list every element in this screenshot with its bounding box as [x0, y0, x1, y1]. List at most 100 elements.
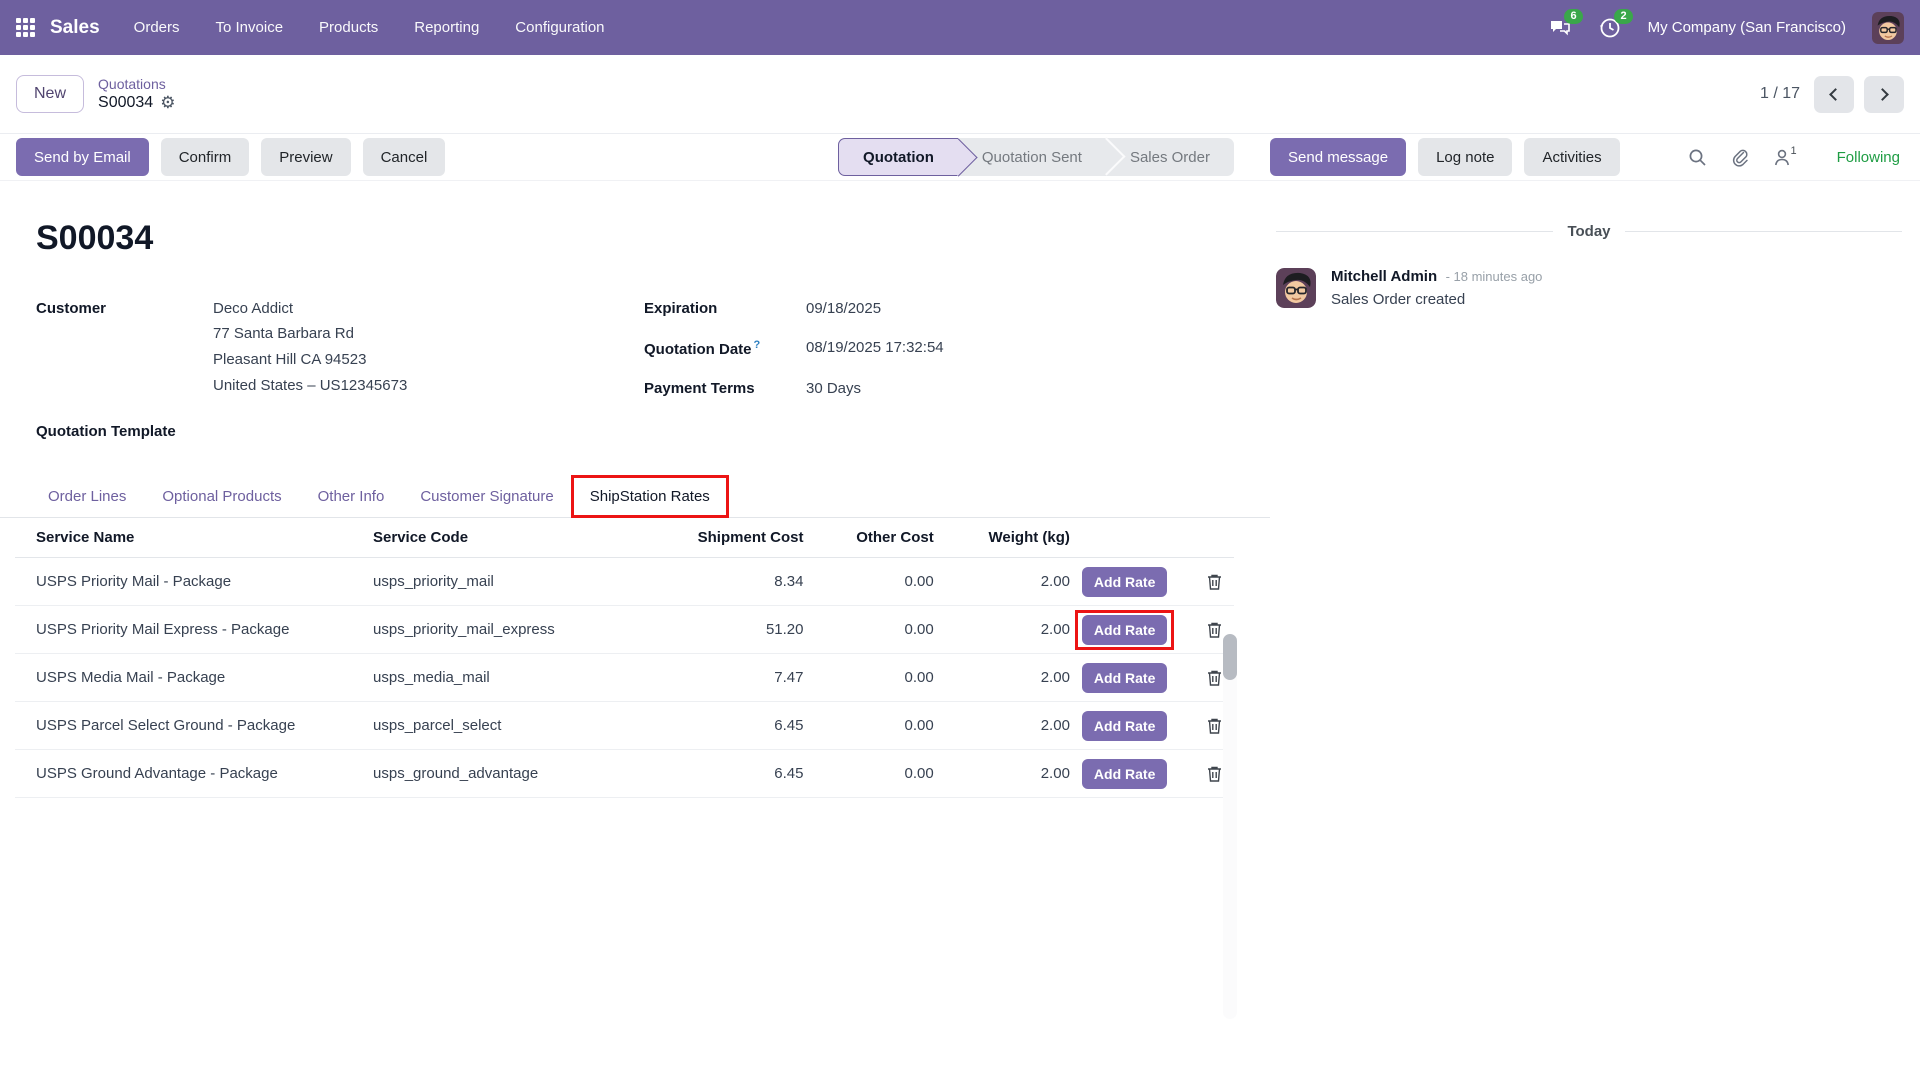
- pager-count: 1 / 17: [1760, 85, 1800, 103]
- table-row[interactable]: USPS Parcel Select Ground - Package usps…: [15, 702, 1234, 750]
- record-pager: 1 / 17: [1760, 76, 1904, 113]
- payment-terms-field[interactable]: 30 Days: [806, 380, 861, 397]
- scrollbar-thumb[interactable]: [1223, 634, 1237, 680]
- trash-icon: [1207, 621, 1222, 638]
- activities-badge: 2: [1614, 9, 1632, 24]
- status-step-quotation[interactable]: Quotation: [838, 138, 958, 176]
- add-rate-button[interactable]: Add Rate: [1082, 711, 1167, 741]
- breadcrumb-quotations-link[interactable]: Quotations: [98, 76, 175, 92]
- vertical-scrollbar[interactable]: [1223, 634, 1237, 1019]
- date-divider-label: Today: [1567, 223, 1610, 240]
- chatter-message: Mitchell Admin - 18 minutes ago Sales Or…: [1276, 268, 1902, 308]
- add-rate-button[interactable]: Add Rate: [1082, 663, 1167, 693]
- delete-row-button[interactable]: [1207, 717, 1222, 734]
- preview-button[interactable]: Preview: [261, 138, 350, 176]
- activities-icon[interactable]: 2: [1598, 16, 1622, 40]
- help-icon[interactable]: ?: [754, 339, 761, 351]
- expiration-field[interactable]: 09/18/2025: [806, 300, 881, 317]
- chevron-right-icon: [1876, 88, 1889, 101]
- quotation-date-field[interactable]: 08/19/2025 17:32:54: [806, 339, 944, 358]
- customer-address-line1: 77 Santa Barbara Rd: [213, 324, 407, 343]
- table-row[interactable]: USPS Media Mail - Package usps_media_mai…: [15, 654, 1234, 702]
- log-note-button[interactable]: Log note: [1418, 138, 1512, 176]
- breadcrumb-current: S00034: [98, 94, 153, 112]
- customer-name-field[interactable]: Deco Addict: [213, 300, 407, 317]
- table-row[interactable]: USPS Priority Mail - Package usps_priori…: [15, 558, 1234, 606]
- search-messages-button[interactable]: [1688, 148, 1707, 167]
- new-button[interactable]: New: [16, 75, 84, 113]
- table-row[interactable]: USPS Priority Mail Express - Package usp…: [15, 606, 1234, 654]
- menu-products[interactable]: Products: [319, 19, 378, 36]
- tab-other-info[interactable]: Other Info: [300, 476, 403, 517]
- date-divider: Today: [1276, 223, 1902, 240]
- message-timestamp: - 18 minutes ago: [1446, 269, 1543, 284]
- notebook-tabs: Order Lines Optional Products Other Info…: [0, 476, 1270, 518]
- quotation-template-label: Quotation Template: [36, 423, 1270, 440]
- app-name[interactable]: Sales: [50, 17, 100, 39]
- col-service-code[interactable]: Service Code: [373, 529, 681, 546]
- avatar-image: [1872, 12, 1904, 44]
- pager-previous-button[interactable]: [1814, 76, 1854, 113]
- chatter-panel: Today Mitchell Admin - 18 minutes ago: [1270, 181, 1920, 1079]
- message-avatar[interactable]: [1276, 268, 1316, 308]
- followers-button[interactable]: 1: [1773, 148, 1797, 167]
- record-title[interactable]: S00034: [36, 219, 1270, 258]
- gear-icon[interactable]: ⚙: [160, 93, 175, 113]
- menu-to-invoice[interactable]: To Invoice: [216, 19, 284, 36]
- tab-customer-signature[interactable]: Customer Signature: [402, 476, 571, 517]
- status-step-quotation-sent[interactable]: Quotation Sent: [958, 138, 1106, 176]
- top-navbar: Sales Orders To Invoice Products Reporti…: [0, 0, 1920, 55]
- messages-badge: 6: [1564, 9, 1582, 24]
- pager-next-button[interactable]: [1864, 76, 1904, 113]
- trash-icon: [1207, 669, 1222, 686]
- person-icon: [1773, 148, 1791, 167]
- shipstation-rates-table: Service Name Service Code Shipment Cost …: [15, 518, 1234, 798]
- avatar-image: [1276, 268, 1316, 308]
- delete-row-button[interactable]: [1207, 669, 1222, 686]
- chatter-toolbar: Send message Log note Activities 1: [1270, 138, 1920, 176]
- trash-icon: [1207, 717, 1222, 734]
- main-menu: Orders To Invoice Products Reporting Con…: [134, 19, 605, 36]
- table-row[interactable]: USPS Ground Advantage - Package usps_gro…: [15, 750, 1234, 798]
- highlight-red-box: Add Rate: [1075, 610, 1174, 650]
- customer-address-line2: Pleasant Hill CA 94523: [213, 350, 407, 369]
- confirm-button[interactable]: Confirm: [161, 138, 250, 176]
- tab-optional-products[interactable]: Optional Products: [144, 476, 299, 517]
- menu-configuration[interactable]: Configuration: [515, 19, 604, 36]
- user-avatar[interactable]: [1872, 12, 1904, 44]
- send-message-button[interactable]: Send message: [1270, 138, 1406, 176]
- activities-button[interactable]: Activities: [1524, 138, 1619, 176]
- apps-grid-icon[interactable]: [16, 18, 36, 38]
- send-by-email-button[interactable]: Send by Email: [16, 138, 149, 176]
- tab-order-lines[interactable]: Order Lines: [30, 476, 144, 517]
- col-service-name[interactable]: Service Name: [15, 529, 373, 546]
- delete-row-button[interactable]: [1207, 621, 1222, 638]
- table-header: Service Name Service Code Shipment Cost …: [15, 518, 1234, 558]
- company-switcher[interactable]: My Company (San Francisco): [1648, 19, 1846, 36]
- status-bar: Quotation Quotation Sent Sales Order: [838, 138, 1234, 176]
- add-rate-button-highlighted[interactable]: Add Rate: [1082, 615, 1167, 645]
- menu-orders[interactable]: Orders: [134, 19, 180, 36]
- add-rate-button[interactable]: Add Rate: [1082, 759, 1167, 789]
- search-icon: [1688, 148, 1707, 167]
- action-bar: Send by Email Confirm Preview Cancel Quo…: [0, 133, 1920, 181]
- menu-reporting[interactable]: Reporting: [414, 19, 479, 36]
- add-rate-button[interactable]: Add Rate: [1082, 567, 1167, 597]
- delete-row-button[interactable]: [1207, 765, 1222, 782]
- cancel-button[interactable]: Cancel: [363, 138, 446, 176]
- expiration-label: Expiration: [644, 300, 806, 317]
- delete-row-button[interactable]: [1207, 573, 1222, 590]
- col-other-cost[interactable]: Other Cost: [803, 529, 933, 546]
- chevron-left-icon: [1829, 88, 1842, 101]
- message-body: Sales Order created: [1331, 291, 1542, 308]
- col-shipment-cost[interactable]: Shipment Cost: [681, 529, 803, 546]
- status-step-sales-order[interactable]: Sales Order: [1106, 138, 1234, 176]
- customer-address-line3: United States – US12345673: [213, 376, 407, 395]
- tab-shipstation-rates[interactable]: ShipStation Rates: [572, 476, 728, 517]
- message-author[interactable]: Mitchell Admin: [1331, 268, 1437, 285]
- trash-icon: [1207, 765, 1222, 782]
- following-toggle[interactable]: Following: [1837, 149, 1900, 166]
- messages-icon[interactable]: 6: [1548, 16, 1572, 40]
- col-weight[interactable]: Weight (kg): [934, 529, 1070, 546]
- attachments-button[interactable]: [1731, 148, 1749, 167]
